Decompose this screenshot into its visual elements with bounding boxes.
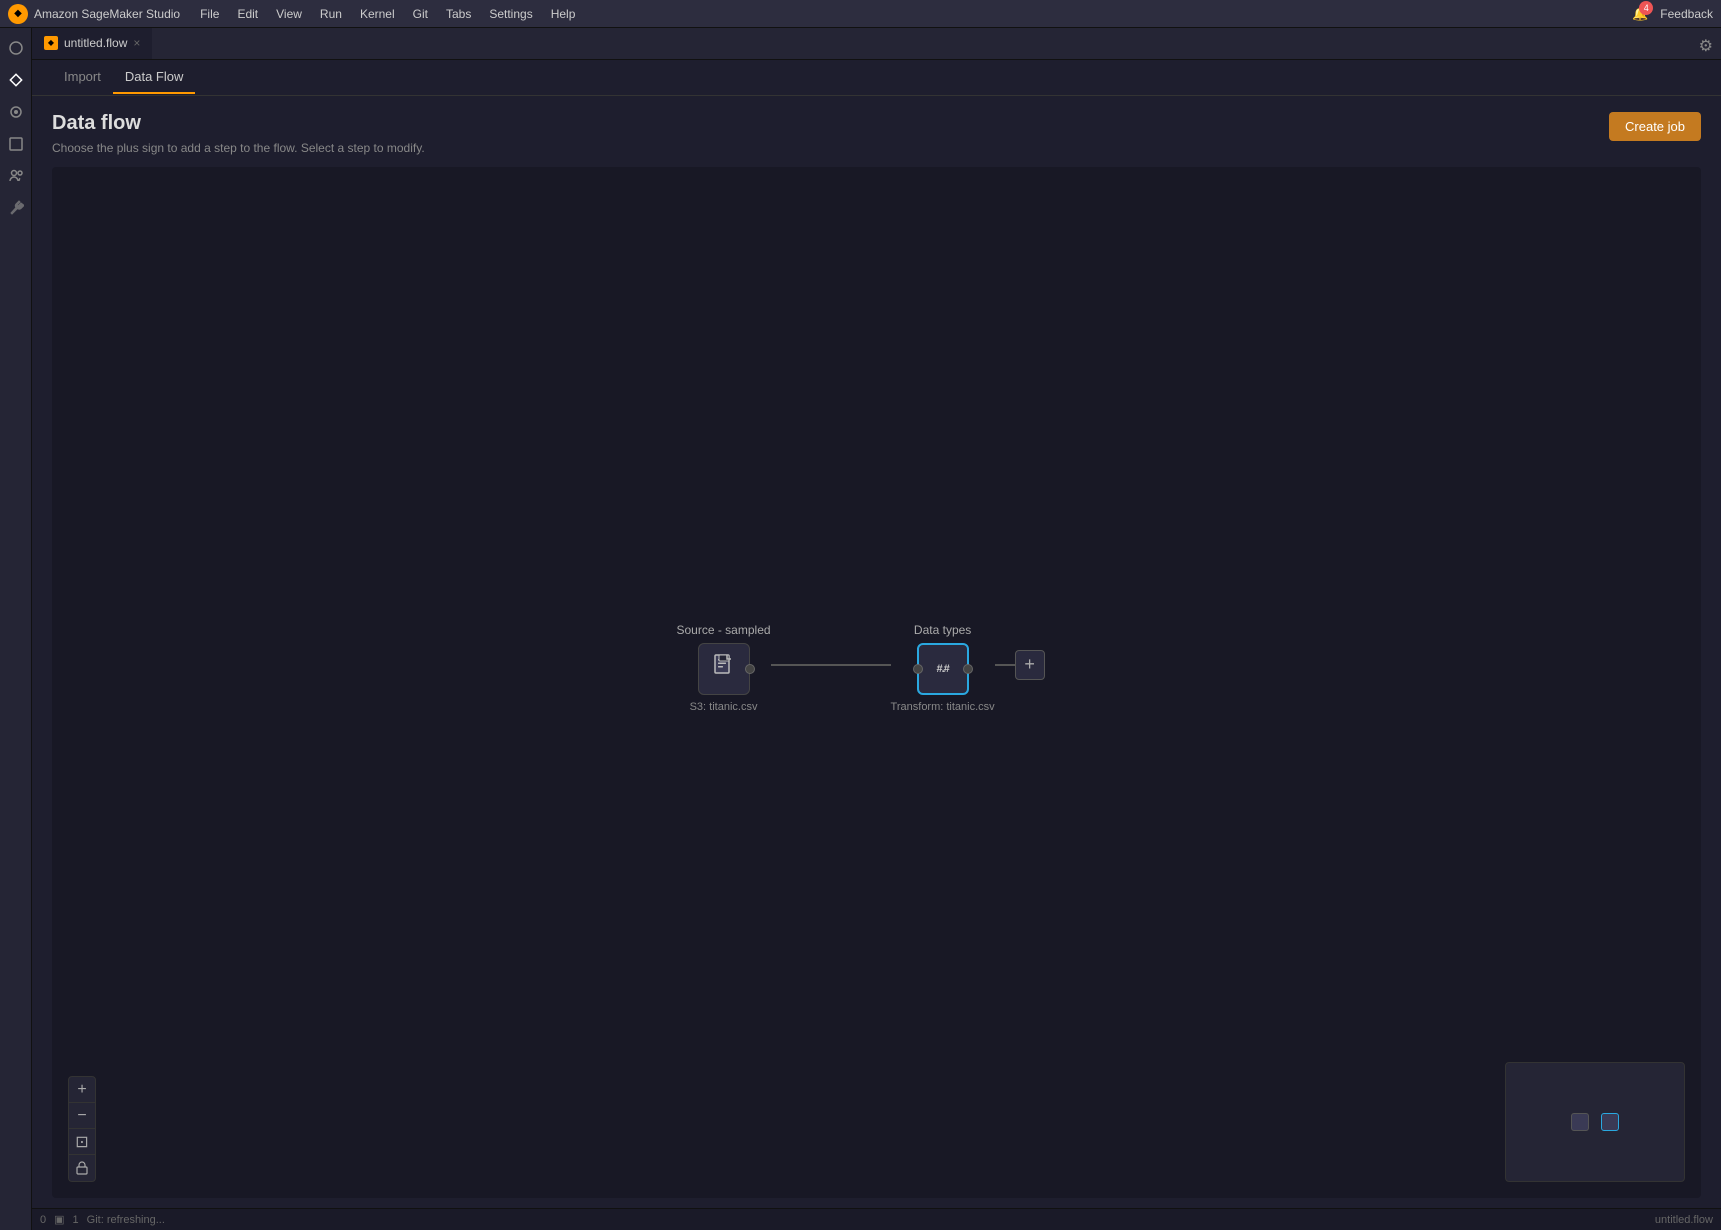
settings-icon[interactable]: ⚙ [1691, 28, 1721, 59]
source-node[interactable] [698, 643, 750, 695]
menu-kernel[interactable]: Kernel [352, 5, 403, 23]
tab-filename: untitled.flow [64, 36, 127, 50]
page-header: Data flow Choose the plus sign to add a … [32, 96, 1721, 167]
source-node-sub: S3: titanic.csv [690, 701, 758, 713]
app-logo: ◆ Amazon SageMaker Studio [8, 4, 180, 24]
menu-run[interactable]: Run [312, 5, 350, 23]
layout: ◆ untitled.flow × ⚙ Import Data Flow Dat… [0, 28, 1721, 1230]
sidebar-icon-files[interactable] [2, 130, 30, 158]
sidebar-icon-tools[interactable] [2, 194, 30, 222]
main-content: ◆ untitled.flow × ⚙ Import Data Flow Dat… [32, 28, 1721, 1230]
menu-view[interactable]: View [268, 5, 310, 23]
flow-canvas[interactable]: Source - sampled [52, 167, 1701, 1198]
zoom-controls: + − ⊡ [68, 1076, 96, 1182]
mini-transform-node [1601, 1113, 1619, 1131]
transform-port-left [913, 664, 923, 674]
menu-right: 🔔 4 Feedback [1630, 4, 1713, 24]
connector-stub [995, 664, 1015, 666]
feedback-button[interactable]: Feedback [1660, 7, 1713, 21]
zoom-lock-button[interactable] [69, 1155, 95, 1181]
transform-port-right [963, 664, 973, 674]
flow-connector [771, 664, 891, 666]
sidebar-icon-diamond[interactable] [2, 66, 30, 94]
menu-items: File Edit View Run Kernel Git Tabs Setti… [192, 5, 1630, 23]
status-filename: untitled.flow [1655, 1214, 1713, 1226]
transform-node-label: Data types [914, 623, 971, 637]
transform-node-sub: Transform: titanic.csv [891, 701, 995, 713]
status-square-val: ▣ [54, 1213, 64, 1226]
tab-data-flow[interactable]: Data Flow [113, 61, 196, 94]
status-zero-val: 0 [40, 1214, 46, 1226]
status-git: Git: refreshing... [87, 1214, 165, 1226]
left-sidebar [0, 28, 32, 1230]
page-subtitle: Choose the plus sign to add a step to th… [52, 141, 425, 155]
status-square: ▣ [54, 1213, 64, 1226]
menu-file[interactable]: File [192, 5, 227, 23]
create-job-button[interactable]: Create job [1609, 112, 1701, 141]
status-zero: 0 [40, 1214, 46, 1226]
page-header-text: Data flow Choose the plus sign to add a … [52, 112, 425, 155]
menu-git[interactable]: Git [405, 5, 436, 23]
mini-source-node [1571, 1113, 1589, 1131]
source-document-icon [713, 654, 735, 684]
source-node-group: Source - sampled [677, 623, 771, 713]
menu-help[interactable]: Help [543, 5, 584, 23]
app-title: Amazon SageMaker Studio [34, 7, 180, 21]
sidebar-icon-circle[interactable] [2, 98, 30, 126]
status-git-val: Git: refreshing... [87, 1214, 165, 1226]
notification-bell[interactable]: 🔔 4 [1630, 4, 1650, 24]
tab-import[interactable]: Import [52, 61, 113, 94]
tab-close-button[interactable]: × [133, 36, 140, 50]
page-tabs: Import Data Flow [32, 60, 1721, 96]
menu-settings[interactable]: Settings [481, 5, 540, 23]
zoom-fit-button[interactable]: ⊡ [69, 1129, 95, 1155]
menu-tabs[interactable]: Tabs [438, 5, 479, 23]
transform-node[interactable]: #.# [917, 643, 969, 695]
source-port-right [745, 664, 755, 674]
menu-bar: ◆ Amazon SageMaker Studio File Edit View… [0, 0, 1721, 28]
status-one-val: 1 [73, 1214, 79, 1226]
notification-badge: 4 [1639, 1, 1653, 15]
page-title: Data flow [52, 112, 425, 135]
tab-file-icon: ◆ [44, 36, 58, 50]
tab-bar: ◆ untitled.flow × ⚙ [32, 28, 1721, 60]
status-bar: 0 ▣ 1 Git: refreshing... untitled.flow [32, 1208, 1721, 1230]
app-logo-icon: ◆ [8, 4, 28, 24]
sidebar-icon-people[interactable] [2, 162, 30, 190]
datatype-icon: #.# [936, 663, 948, 675]
file-tab[interactable]: ◆ untitled.flow × [32, 28, 152, 59]
mini-map [1505, 1062, 1685, 1182]
menu-edit[interactable]: Edit [229, 5, 266, 23]
transform-node-group: Data types #.# Transform: titanic.csv [891, 623, 995, 713]
zoom-in-button[interactable]: + [69, 1077, 95, 1103]
status-one: 1 [73, 1214, 79, 1226]
add-node-button[interactable]: + [1015, 650, 1045, 680]
flow-diagram: Source - sampled [677, 623, 1045, 713]
zoom-out-button[interactable]: − [69, 1103, 95, 1129]
status-filename-val: untitled.flow [1655, 1214, 1713, 1226]
sidebar-icon-home[interactable] [2, 34, 30, 62]
source-node-label: Source - sampled [677, 623, 771, 637]
